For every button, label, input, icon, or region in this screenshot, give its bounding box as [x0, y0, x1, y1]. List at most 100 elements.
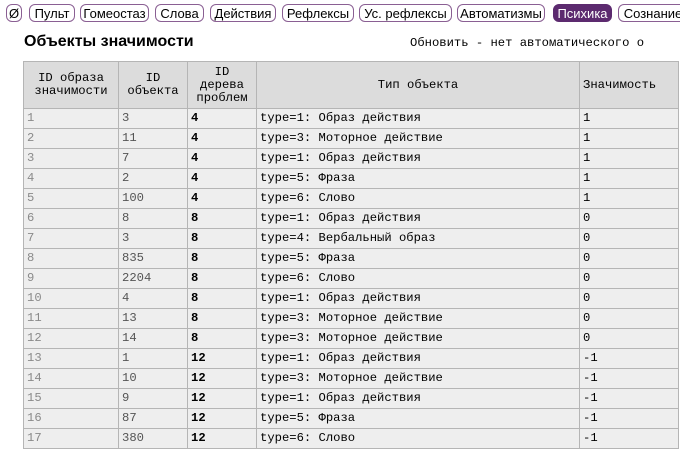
cell-object-type: type=3: Моторное действие [256, 308, 580, 329]
cell-object-type: type=6: Слово [256, 428, 580, 449]
header-image-id: ID образа значимости [23, 61, 119, 109]
cell-significance: -1 [579, 388, 679, 409]
cell-tree-id: 8 [187, 248, 257, 269]
cell-tree-id: 4 [187, 168, 257, 189]
cell-object-type: type=3: Моторное действие [256, 128, 580, 149]
refresh-link[interactable]: Обновить - нет автоматического о [410, 36, 644, 50]
cell-tree-id: 8 [187, 288, 257, 309]
nav-home-button[interactable]: Ø [6, 4, 22, 22]
cell-tree-id: 4 [187, 128, 257, 149]
cell-image-id: 7 [23, 228, 119, 249]
page-title: Объекты значимости [24, 33, 194, 50]
cell-object-type: type=3: Моторное действие [256, 368, 580, 389]
table-row: 2 11 4 type=3: Моторное действие 1 [23, 128, 679, 149]
cell-object-type: type=3: Моторное действие [256, 328, 580, 349]
header-object-id: ID объекта [118, 61, 188, 109]
table-row: 4 2 4 type=5: Фраза 1 [23, 168, 679, 189]
cell-image-id: 10 [23, 288, 119, 309]
table-row: 9 2204 8 type=6: Слово 0 [23, 268, 679, 289]
cell-object-id: 100 [118, 188, 188, 209]
header-object-type: Тип объекта [256, 61, 580, 109]
cell-object-id: 2 [118, 168, 188, 189]
cell-object-id: 4 [118, 288, 188, 309]
cell-image-id: 8 [23, 248, 119, 269]
cell-significance: 0 [579, 308, 679, 329]
cell-image-id: 15 [23, 388, 119, 409]
nav-pult-button[interactable]: Пульт [29, 4, 75, 22]
table-row: 6 8 8 type=1: Образ действия 0 [23, 208, 679, 229]
cell-object-type: type=5: Фраза [256, 408, 580, 429]
cell-object-type: type=5: Фраза [256, 168, 580, 189]
table-row: 3 7 4 type=1: Образ действия 1 [23, 148, 679, 169]
cell-tree-id: 12 [187, 368, 257, 389]
table-row: 5 100 4 type=6: Слово 1 [23, 188, 679, 209]
nav-psyche-button[interactable]: Психика [553, 4, 612, 22]
cell-significance: 0 [579, 208, 679, 229]
nav-automatisms-button[interactable]: Автоматизмы [457, 4, 545, 22]
table-row: 17 380 12 type=6: Слово -1 [23, 428, 679, 449]
cell-object-id: 2204 [118, 268, 188, 289]
cell-tree-id: 8 [187, 268, 257, 289]
cell-significance: -1 [579, 348, 679, 369]
cell-object-id: 13 [118, 308, 188, 329]
table-body: 1 3 4 type=1: Образ действия 1 2 11 4 type=3: Мо… [23, 108, 679, 449]
cell-image-id: 4 [23, 168, 119, 189]
table-row: 8 835 8 type=5: Фраза 0 [23, 248, 679, 269]
cell-tree-id: 12 [187, 408, 257, 429]
nav-words-button[interactable]: Слова [155, 4, 204, 22]
cell-object-id: 87 [118, 408, 188, 429]
header-significance: Значимость [579, 61, 679, 109]
cell-object-id: 835 [118, 248, 188, 269]
cell-object-type: type=1: Образ действия [256, 208, 580, 229]
cell-significance: 0 [579, 268, 679, 289]
table-row: 11 13 8 type=3: Моторное действие 0 [23, 308, 679, 329]
cell-significance: 0 [579, 288, 679, 309]
nav-actions-button[interactable]: Действия [210, 4, 276, 22]
cell-object-type: type=1: Образ действия [256, 148, 580, 169]
significance-table: ID образа значимости ID объекта ID дерев… [23, 61, 679, 449]
cell-object-id: 14 [118, 328, 188, 349]
cell-tree-id: 12 [187, 428, 257, 449]
cell-image-id: 6 [23, 208, 119, 229]
cell-object-type: type=1: Образ действия [256, 288, 580, 309]
cell-image-id: 16 [23, 408, 119, 429]
table-row: 7 3 8 type=4: Вербальный образ 0 [23, 228, 679, 249]
nav-cond-reflexes-button[interactable]: Ус. рефлексы [359, 4, 452, 22]
cell-object-id: 1 [118, 348, 188, 369]
cell-object-type: type=4: Вербальный образ [256, 228, 580, 249]
cell-image-id: 12 [23, 328, 119, 349]
table-row: 12 14 8 type=3: Моторное действие 0 [23, 328, 679, 349]
cell-image-id: 9 [23, 268, 119, 289]
cell-tree-id: 8 [187, 308, 257, 329]
cell-object-id: 3 [118, 108, 188, 129]
cell-image-id: 17 [23, 428, 119, 449]
nav-consciousness-button[interactable]: Сознание [618, 4, 680, 22]
cell-significance: 0 [579, 328, 679, 349]
cell-object-type: type=1: Образ действия [256, 108, 580, 129]
cell-tree-id: 8 [187, 208, 257, 229]
cell-object-type: type=5: Фраза [256, 248, 580, 269]
cell-object-id: 9 [118, 388, 188, 409]
nav-reflexes-button[interactable]: Рефлексы [282, 4, 354, 22]
cell-object-id: 8 [118, 208, 188, 229]
cell-tree-id: 8 [187, 328, 257, 349]
cell-object-id: 380 [118, 428, 188, 449]
cell-image-id: 14 [23, 368, 119, 389]
table-row: 13 1 12 type=1: Образ действия -1 [23, 348, 679, 369]
cell-significance: 1 [579, 148, 679, 169]
cell-object-id: 10 [118, 368, 188, 389]
table-row: 1 3 4 type=1: Образ действия 1 [23, 108, 679, 129]
cell-object-type: type=6: Слово [256, 188, 580, 209]
cell-tree-id: 12 [187, 348, 257, 369]
cell-image-id: 2 [23, 128, 119, 149]
header-tree-id: ID дерева проблем [187, 61, 257, 109]
cell-object-id: 11 [118, 128, 188, 149]
cell-significance: 0 [579, 248, 679, 269]
cell-object-type: type=6: Слово [256, 268, 580, 289]
cell-object-type: type=1: Образ действия [256, 388, 580, 409]
table-row: 15 9 12 type=1: Образ действия -1 [23, 388, 679, 409]
cell-image-id: 1 [23, 108, 119, 129]
cell-tree-id: 4 [187, 188, 257, 209]
cell-object-id: 3 [118, 228, 188, 249]
nav-homeostasis-button[interactable]: Гомеостаз [80, 4, 149, 22]
